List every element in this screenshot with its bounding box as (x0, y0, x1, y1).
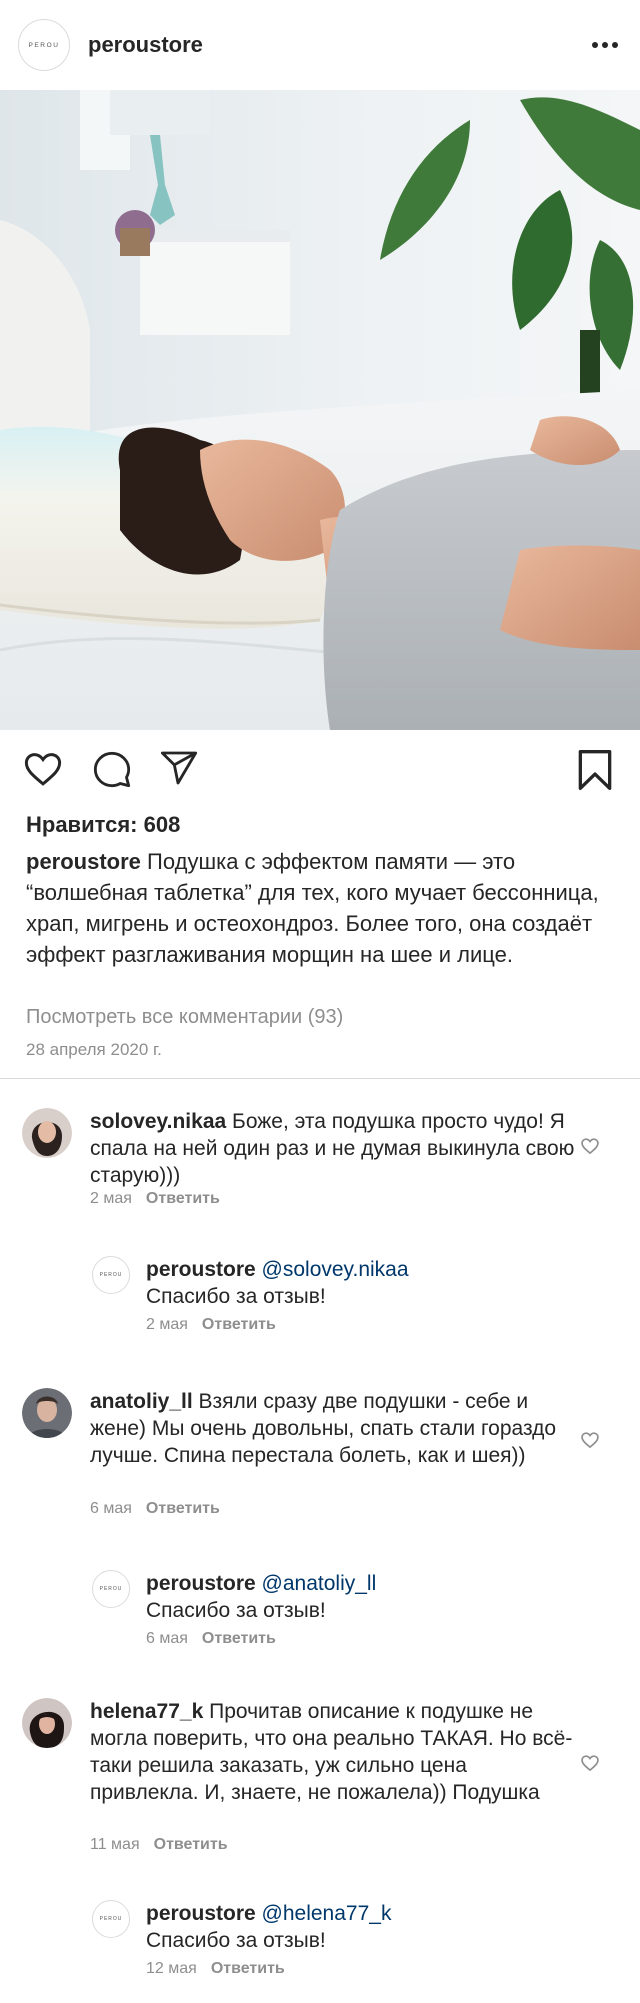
view-all-comments-link[interactable]: Посмотреть все комментарии (93) (26, 1006, 343, 1029)
comment-date: 11 мая (90, 1836, 140, 1853)
comment-item: anatoliy_ll Взяли сразу две подушки - се… (22, 1388, 622, 1528)
comment-date: 6 мая (90, 1500, 132, 1517)
like-comment-heart-icon[interactable] (580, 1430, 600, 1455)
reply-mention[interactable]: @anatoliy_ll (262, 1572, 377, 1595)
reply-item: PEROU peroustore @helena77_k Спасибо за … (92, 1900, 592, 1990)
heart-icon[interactable] (22, 748, 64, 795)
reply-button[interactable]: Ответить (202, 1630, 276, 1648)
avatar[interactable]: PEROU (92, 1570, 130, 1608)
reply-button[interactable]: Ответить (146, 1500, 220, 1518)
reply-button[interactable]: Ответить (202, 1316, 276, 1334)
caption-username[interactable]: peroustore (26, 849, 141, 874)
comment-meta: 11 мая Ответить (90, 1836, 228, 1854)
reply-button[interactable]: Ответить (146, 1190, 220, 1208)
reply-mention[interactable]: @solovey.nikaa (262, 1258, 409, 1281)
reply-meta: 2 мая Ответить (146, 1316, 276, 1334)
comment-date: 2 мая (90, 1190, 132, 1207)
logo-text: PEROU (99, 1916, 123, 1922)
comment-item: helena77_k Прочитав описание к подушке н… (22, 1698, 622, 1853)
reply-content: Спасибо за отзыв! (146, 1929, 326, 1952)
avatar[interactable] (22, 1388, 72, 1438)
reply-mention[interactable]: @helena77_k (262, 1902, 392, 1925)
avatar[interactable] (22, 1698, 72, 1748)
like-comment-heart-icon[interactable] (580, 1753, 600, 1778)
profile-avatar[interactable]: PEROU (18, 19, 70, 71)
reply-item: PEROU peroustore @anatoliy_ll Спасибо за… (92, 1570, 592, 1660)
reply-date: 6 мая (146, 1630, 188, 1647)
reply-username[interactable]: peroustore (146, 1902, 256, 1925)
post-date: 28 апреля 2020 г. (26, 1040, 162, 1059)
comment-username[interactable]: anatoliy_ll (90, 1390, 193, 1413)
reply-date: 12 мая (146, 1960, 197, 1977)
likes-count[interactable]: Нравится: 608 (26, 812, 180, 838)
reply-text: peroustore @helena77_k Спасибо за отзыв! (146, 1900, 586, 1954)
post-actions (0, 748, 640, 796)
reply-meta: 12 мая Ответить (146, 1960, 285, 1978)
reply-meta: 6 мая Ответить (146, 1630, 276, 1648)
reply-button[interactable]: Ответить (154, 1836, 228, 1854)
like-comment-heart-icon[interactable] (580, 1136, 600, 1161)
avatar[interactable]: PEROU (92, 1256, 130, 1294)
comment-text: helena77_k Прочитав описание к подушке н… (90, 1698, 580, 1806)
avatar[interactable] (22, 1108, 72, 1158)
comment-username[interactable]: solovey.nikaa (90, 1110, 226, 1133)
reply-text: peroustore @anatoliy_ll Спасибо за отзыв… (146, 1570, 586, 1624)
send-icon[interactable] (158, 748, 200, 793)
header-username[interactable]: peroustore (88, 32, 203, 58)
post-image[interactable] (0, 90, 640, 730)
comment-meta: 2 мая Ответить (90, 1190, 220, 1208)
reply-content: Спасибо за отзыв! (146, 1285, 326, 1308)
bookmark-icon[interactable] (576, 748, 614, 797)
post-photo (0, 90, 640, 730)
comment-meta: 6 мая Ответить (90, 1500, 220, 1518)
reply-username[interactable]: peroustore (146, 1258, 256, 1281)
comment-icon[interactable] (92, 748, 132, 793)
reply-username[interactable]: peroustore (146, 1572, 256, 1595)
avatar[interactable]: PEROU (92, 1900, 130, 1938)
comment-username[interactable]: helena77_k (90, 1700, 203, 1723)
reply-date: 2 мая (146, 1316, 188, 1333)
comment-text: anatoliy_ll Взяли сразу две подушки - се… (90, 1388, 580, 1469)
comment-text: solovey.nikaa Боже, эта подушка просто ч… (90, 1108, 580, 1189)
more-horizontal-icon[interactable] (592, 34, 618, 56)
reply-item: PEROU peroustore @solovey.nikaa Спасибо … (92, 1256, 592, 1346)
comment-item: solovey.nikaa Боже, эта подушка просто ч… (22, 1108, 622, 1228)
post-header: PEROU peroustore (0, 0, 640, 90)
divider (0, 1078, 640, 1079)
logo-text: PEROU (28, 41, 60, 49)
logo-text: PEROU (99, 1586, 123, 1592)
reply-text: peroustore @solovey.nikaa Спасибо за отз… (146, 1256, 586, 1310)
reply-button[interactable]: Ответить (211, 1960, 285, 1978)
logo-text: PEROU (99, 1272, 123, 1278)
reply-content: Спасибо за отзыв! (146, 1599, 326, 1622)
post-caption: peroustore Подушка с эффектом памяти — э… (26, 846, 626, 970)
